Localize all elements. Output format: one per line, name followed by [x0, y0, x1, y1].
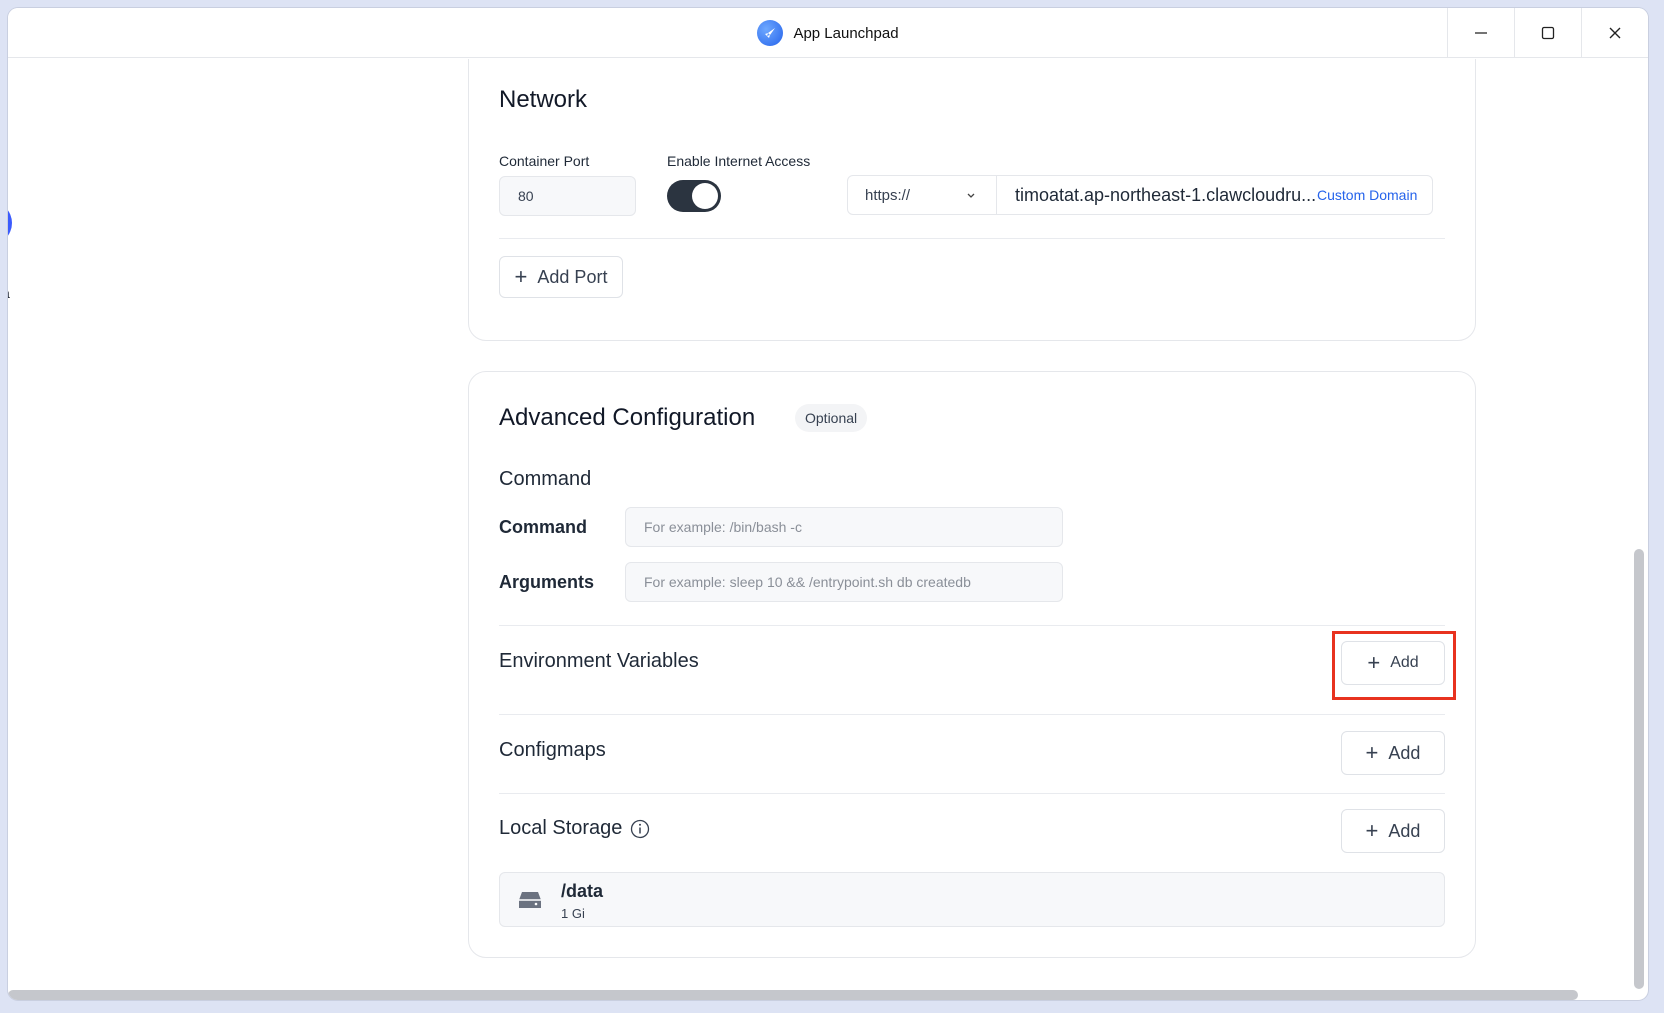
add-storage-button[interactable]: + Add: [1341, 809, 1445, 853]
main-content: a Network Container Port 80 Enable Inter…: [8, 59, 1648, 1000]
window-title-group: App Launchpad: [8, 8, 1648, 58]
container-port-label: Container Port: [499, 153, 590, 169]
domain-value: timoatat.ap-northeast-1.clawcloudru...: [1015, 184, 1317, 205]
info-icon[interactable]: [630, 819, 650, 839]
add-configmap-button[interactable]: + Add: [1341, 731, 1445, 775]
local-storage-label: Local Storage: [499, 817, 623, 839]
rocket-icon: [757, 20, 784, 46]
network-card: Network Container Port 80 Enable Interne…: [468, 59, 1476, 341]
domain-group: https:// timoatat.ap-northeast-1.clawclo…: [847, 175, 1433, 215]
network-heading: Network: [499, 86, 588, 113]
add-port-button[interactable]: + Add Port: [499, 256, 623, 298]
plus-icon: +: [514, 264, 528, 289]
divider: [499, 793, 1445, 794]
internet-access-label: Enable Internet Access: [667, 153, 811, 169]
minimize-icon: [1475, 32, 1487, 34]
command-section-title: Command: [499, 468, 592, 490]
add-label: Add: [1388, 820, 1421, 841]
advanced-config-card: Advanced Configuration Optional Command …: [468, 371, 1476, 958]
env-variables-label: Environment Variables: [499, 650, 699, 672]
arguments-label: Arguments: [499, 572, 595, 592]
internet-access-toggle[interactable]: [667, 180, 721, 212]
title-bar: App Launchpad: [8, 8, 1648, 58]
window-title: App Launchpad: [793, 24, 899, 42]
divider: [499, 238, 1445, 239]
plus-icon: +: [1365, 740, 1379, 765]
protocol-value: https://: [865, 186, 911, 204]
toggle-knob: [692, 183, 718, 209]
local-storage-title: Local Storage: [499, 817, 650, 840]
optional-badge: Optional: [795, 404, 868, 432]
container-port-input[interactable]: 80: [499, 176, 636, 216]
horizontal-scrollbar[interactable]: [8, 990, 1578, 1000]
sidebar-partial-label: a: [8, 285, 10, 301]
close-icon: [1609, 27, 1621, 39]
protocol-select[interactable]: https://: [848, 176, 997, 214]
maximize-icon: [1541, 26, 1555, 40]
divider: [499, 625, 1445, 626]
app-window: App Launchpad a Network Container Port 8…: [8, 8, 1648, 1000]
maximize-button[interactable]: [1514, 8, 1581, 58]
hard-drive-icon: [519, 892, 541, 908]
storage-item[interactable]: /data 1 Gi: [499, 872, 1445, 927]
sidebar-avatar[interactable]: [8, 201, 12, 245]
arguments-input[interactable]: For example: sleep 10 && /entrypoint.sh …: [625, 562, 1063, 602]
minimize-button[interactable]: [1447, 8, 1514, 58]
divider: [499, 714, 1445, 715]
configmaps-label: Configmaps: [499, 739, 606, 761]
chevron-down-icon: [967, 193, 975, 198]
command-label: Command: [499, 517, 588, 537]
vertical-scrollbar[interactable]: [1634, 549, 1644, 989]
command-input[interactable]: For example: /bin/bash -c: [625, 507, 1063, 547]
storage-size: 1 Gi: [561, 906, 585, 921]
custom-domain-link[interactable]: Custom Domain: [1317, 176, 1417, 214]
highlight-box: [1332, 631, 1456, 700]
add-port-label: Add Port: [537, 266, 608, 287]
add-label: Add: [1388, 742, 1421, 763]
storage-path: /data: [561, 881, 604, 901]
window-controls: [1447, 8, 1648, 58]
close-button[interactable]: [1581, 8, 1648, 58]
plus-icon: +: [1365, 818, 1379, 843]
advanced-heading: Advanced Configuration: [499, 404, 756, 431]
